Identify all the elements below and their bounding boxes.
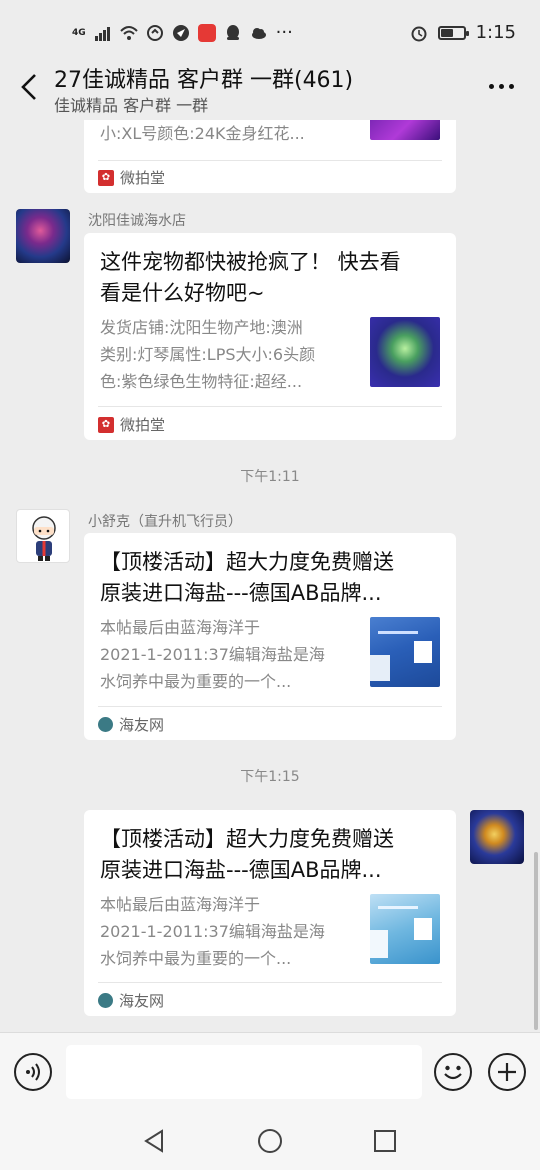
card-thumbnail [370,317,440,387]
message-list[interactable]: 小:XL号颜色:24K金身红花... ✿ 微拍堂 沈阳佳诚海水店 这件宠物都快被… [0,120,540,1032]
more-icon [488,83,494,89]
scrollbar[interactable] [534,852,538,1030]
card-description: 本帖最后由蓝海海洋于 2021-1-2011:37编辑海盐是海 水饲养中最为重要… [100,895,325,968]
plus-button[interactable] [488,1053,526,1091]
card-source-label: 微拍堂 [120,169,166,187]
input-bar [0,1032,540,1112]
card-description: 发货店铺:沈阳生物产地:澳洲 类别:灯琴属性:LPS大小:6头颜 色:紫色绿色生… [100,318,316,391]
card-source: 海友网 [98,714,164,735]
weipaitang-icon: ✿ [98,416,114,433]
nav-back-icon [144,1129,163,1153]
thumbnail-graphic [370,631,432,681]
chat-header: 27佳诚精品 客户群 一群(461) 佳诚精品 客户群 一群 [0,50,540,120]
card-source-label: 海友网 [119,716,165,734]
link-card-message[interactable]: 【顶楼活动】超大力度免费赠送 原装进口海盐---德国AB品牌... 本帖最后由蓝… [84,810,456,1016]
qq-icon [226,24,239,40]
back-arrow-icon [21,74,36,100]
cloud-icon [251,27,266,39]
more-notifications-icon: ··· [275,22,293,43]
chat-subtitle: 佳诚精品 客户群 一群 [54,96,209,115]
system-nav-bar [0,1112,540,1170]
nav-home-button[interactable] [255,1126,285,1156]
emoji-icon [444,1065,462,1080]
weipaitang-icon: ✿ [98,169,114,186]
nav-back-button[interactable] [140,1126,170,1156]
thumbnail-graphic [370,906,432,958]
card-description: 小:XL号颜色:24K金身红花... [100,124,305,143]
emoji-button[interactable] [434,1053,472,1091]
back-button[interactable] [14,70,44,104]
card-title: 这件宠物都快被抢疯了！ 快去看 看是什么好物吧~ [100,250,401,305]
status-right-icons: 1:15 [410,22,516,43]
pilot-avatar-icon [32,516,56,561]
nav-recent-button[interactable] [370,1126,400,1156]
wifi-icon [119,25,138,40]
timestamp: 下午1:11 [240,469,300,485]
status-time: 1:15 [475,22,516,43]
card-source: 海友网 [98,990,164,1011]
card-thumbnail [370,120,440,140]
card-thumbnail [370,894,440,964]
location-icon [172,24,189,41]
card-title: 【顶楼活动】超大力度免费赠送 原装进口海盐---德国AB品牌... [100,827,394,882]
sync-icon [146,24,163,41]
my-avatar[interactable] [470,810,524,864]
card-title: 【顶楼活动】超大力度免费赠送 原装进口海盐---德国AB品牌... [100,550,394,605]
link-card-message[interactable]: 【顶楼活动】超大力度免费赠送 原装进口海盐---德国AB品牌... 本帖最后由蓝… [84,533,456,740]
haiyouwang-icon [98,993,113,1008]
voice-icon [26,1063,40,1081]
plus-icon [498,1063,516,1081]
link-card-message[interactable]: 这件宠物都快被抢疯了！ 快去看 看是什么好物吧~ 发货店铺:沈阳生物产地:澳洲 … [84,233,456,440]
card-source: ✿ 微拍堂 [98,167,165,188]
timestamp: 下午1:15 [240,769,300,785]
message-input[interactable] [66,1045,422,1099]
card-thumbnail [370,617,440,687]
haiyouwang-icon [98,717,113,732]
nav-recent-icon [374,1130,396,1152]
link-card-message[interactable]: 小:XL号颜色:24K金身红花... ✿ 微拍堂 [84,120,456,193]
status-left-icons: 4G ··· [72,22,293,43]
card-source-label: 微拍堂 [120,416,166,434]
more-button[interactable] [484,76,518,96]
nav-home-icon [258,1129,282,1153]
card-source: ✿ 微拍堂 [98,414,165,435]
app-notification-icon [197,23,216,42]
battery-icon [437,25,469,40]
alarm-icon [411,26,427,41]
signal-icon [94,26,110,41]
card-source-label: 海友网 [119,992,165,1010]
avatar[interactable] [16,509,70,563]
voice-button[interactable] [14,1053,52,1091]
sender-name: 沈阳佳诚海水店 [88,213,186,229]
avatar[interactable] [16,209,70,263]
chat-title: 27佳诚精品 客户群 一群(461) [54,68,354,93]
sender-name: 小舒克（直升机飞行员） [88,514,242,530]
card-description: 本帖最后由蓝海海洋于 2021-1-2011:37编辑海盐是海 水饲养中最为重要… [100,618,325,691]
network-type: 4G [72,27,86,38]
